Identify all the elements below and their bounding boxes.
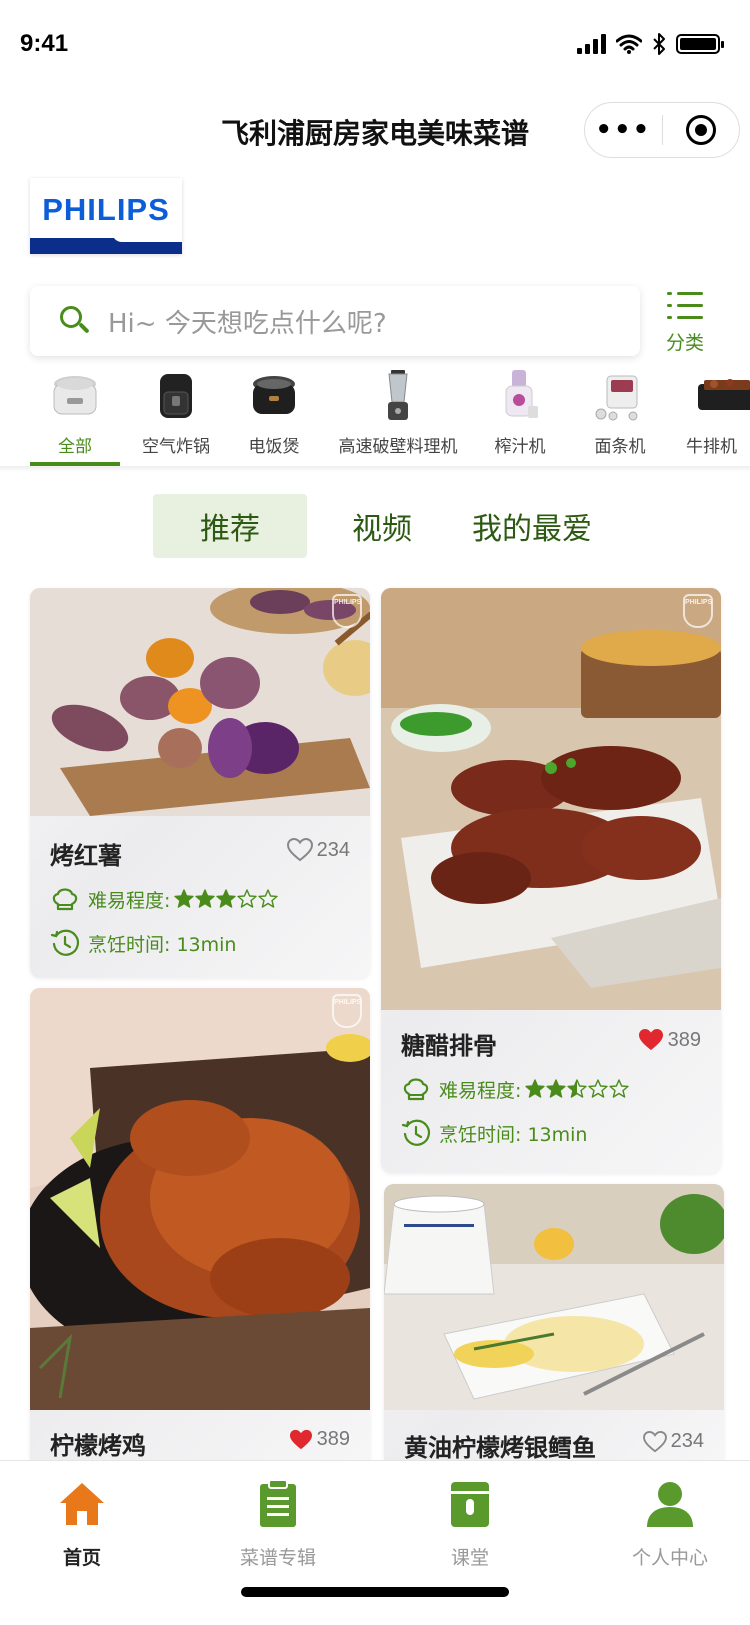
philips-logo: PHILIPS [30,178,182,254]
status-bar: 9:41 [0,0,750,90]
cook-time-row: 烹饪时间: 13min [50,928,236,958]
recipe-card-4[interactable]: 黄油柠檬烤银鳕鱼 234 [384,1184,724,1460]
recipe-photo [30,588,370,816]
person-icon [647,1482,693,1527]
star-icon [588,1079,609,1098]
difficulty-row: 难易程度: [50,884,279,914]
appliance-tab-grill[interactable]: 牛排机 [686,370,750,466]
recipe-photo [381,588,721,1010]
heart-outline-icon [642,1430,667,1452]
search-placeholder: Hi~ 今天想吃点什么呢? [108,308,387,339]
heart-filled-icon [638,1029,663,1050]
mini-program-navbar: 飞利浦厨房家电美味菜谱 ••• [0,90,750,170]
blender-icon [388,370,408,420]
close-mini-program-button[interactable] [663,115,740,145]
star-icon [174,889,195,908]
more-options-button[interactable]: ••• [585,115,662,145]
battery-icon [676,34,724,54]
status-time: 9:41 [20,30,69,57]
search-icon [58,304,92,338]
home-indicator [241,1587,509,1597]
capsule-menu: ••• [584,102,740,158]
recipe-title: 烤红薯 [50,842,122,870]
clipboard-icon [260,1479,296,1527]
search-input[interactable]: Hi~ 今天想吃点什么呢? [30,286,640,356]
tab-profile[interactable]: 个人中心 [610,1479,730,1570]
appliance-tab-blender[interactable]: 高速破壁料理机 [330,370,466,466]
star-icon [258,889,279,908]
star-icon [525,1079,546,1098]
recipe-photo [30,988,370,1410]
appliance-tab-all[interactable]: 全部 [30,370,120,466]
status-icons [577,32,724,56]
bottom-tab-bar: 首页 菜谱专辑 课堂 个人中心 [0,1460,750,1625]
signal-icon [577,34,606,54]
rice-cooker-icon [53,376,97,415]
recipe-card-3[interactable]: PHILIPS 柠檬烤鸡 389 [30,988,370,1460]
appliance-tab-row: 全部 空气炸锅 电饭煲 高速破壁料理机 榨汁机 面条机 牛排机 [0,370,750,466]
tab-home[interactable]: 首页 [22,1479,142,1570]
recipe-photo [384,1184,724,1410]
noodle-maker-icon [595,375,638,421]
recipe-title: 柠檬烤鸡 [50,1432,146,1460]
like-count: 234 [670,1430,704,1452]
tab-classroom[interactable]: 课堂 [410,1479,530,1570]
air-fryer-icon [160,374,192,418]
star-icon [609,1079,630,1098]
appliance-tab-air-fryer[interactable]: 空气炸锅 [136,370,216,466]
like-count: 234 [316,838,350,861]
list-icon [667,292,703,320]
difficulty-stars [174,889,279,909]
star-icon [216,889,237,908]
heart-filled-icon [289,1429,312,1449]
recipe-title: 糖醋排骨 [401,1032,497,1060]
like-button[interactable]: 389 [289,1428,350,1451]
chef-hat-icon [403,1078,429,1101]
clock-icon [50,929,80,956]
recipe-card-1[interactable]: PHILIPS 烤红薯 234 难易程度: 烹饪时间: 13min [30,588,370,978]
chef-hat-icon [52,888,78,911]
star-icon [567,1079,588,1098]
appliance-tab-rice-cooker[interactable]: 电饭煲 [236,370,312,466]
juicer-icon [505,370,538,418]
classroom-icon [451,1482,489,1527]
like-count: 389 [316,1428,350,1450]
star-icon [195,889,216,908]
tab-recipe-albums[interactable]: 菜谱专辑 [218,1479,338,1570]
difficulty-stars [525,1079,630,1099]
like-button[interactable]: 234 [286,838,350,862]
appliance-tab-noodle-maker[interactable]: 面条机 [582,370,658,466]
clock-icon [401,1119,431,1146]
appliance-tab-juicer[interactable]: 榨汁机 [484,370,556,466]
recipe-card-2[interactable]: PHILIPS 糖醋排骨 389 难易程度: 烹饪时间: 13min [381,588,721,1173]
category-label: 分类 [665,332,704,354]
like-button[interactable]: 389 [638,1028,701,1052]
home-icon [60,1483,104,1525]
grill-icon [698,379,750,410]
star-icon [237,889,258,908]
like-count: 389 [667,1028,701,1051]
segment-tab-recommend[interactable]: 推荐 [153,494,307,558]
rice-cooker-black-icon [253,376,295,414]
segment-tab-video[interactable]: 视频 [330,494,434,558]
star-icon [546,1079,567,1098]
heart-outline-icon [286,838,313,862]
philips-watermark-icon: PHILIPS [332,594,362,628]
wifi-icon [616,34,642,54]
philips-watermark-icon: PHILIPS [683,594,713,628]
logo-text: PHILIPS [42,192,170,227]
philips-watermark-icon: PHILIPS [332,994,362,1028]
segment-tab-favorites[interactable]: 我的最爱 [460,494,604,558]
bluetooth-icon [653,33,665,55]
like-button[interactable]: 234 [642,1430,704,1453]
recipe-title: 黄油柠檬烤银鳕鱼 [404,1434,596,1460]
target-icon [685,115,716,145]
difficulty-row: 难易程度: [401,1074,630,1104]
cook-time-row: 烹饪时间: 13min [401,1118,587,1148]
category-button[interactable]: 分类 [660,292,710,355]
